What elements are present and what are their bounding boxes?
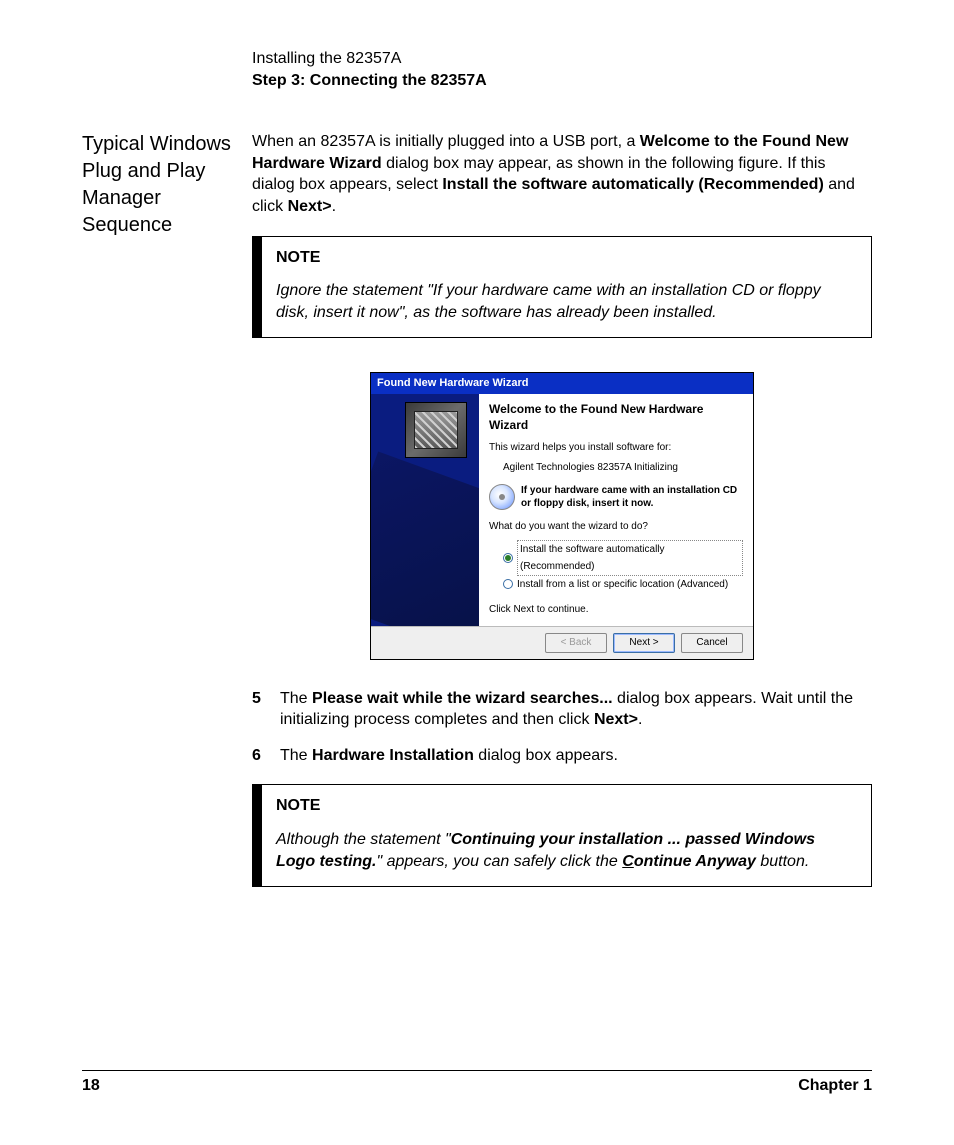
- radio-label-advanced: Install from a list or specific location…: [517, 576, 728, 593]
- page-footer: 18 Chapter 1: [82, 1070, 872, 1097]
- wizard-device-name: Agilent Technologies 82357A Initializing: [503, 461, 743, 475]
- wizard-dialog: Found New Hardware Wizard Welcome to the…: [370, 372, 754, 659]
- radio-option-auto[interactable]: Install the software automatically (Reco…: [503, 540, 743, 576]
- next-button[interactable]: Next >: [613, 633, 675, 653]
- radio-icon[interactable]: [503, 579, 513, 589]
- step-5: 5 The Please wait while the wizard searc…: [252, 688, 872, 731]
- radio-option-advanced[interactable]: Install from a list or specific location…: [503, 576, 743, 593]
- header-line-1: Installing the 82357A: [252, 48, 872, 70]
- wizard-continue-text: Click Next to continue.: [489, 603, 743, 617]
- wizard-heading: Welcome to the Found New Hardware Wizard: [489, 402, 743, 433]
- cd-icon: [489, 484, 515, 510]
- page-number: 18: [82, 1075, 100, 1097]
- radio-icon[interactable]: [503, 553, 513, 563]
- step-number: 6: [252, 745, 266, 767]
- step-6: 6 The Hardware Installation dialog box a…: [252, 745, 872, 767]
- wizard-titlebar: Found New Hardware Wizard: [371, 373, 753, 394]
- side-heading: Typical Windows Plug and Play Manager Se…: [82, 131, 232, 887]
- note-title: NOTE: [276, 247, 857, 269]
- note-box-1: NOTE Ignore the statement "If your hardw…: [252, 236, 872, 339]
- wizard-cd-text: If your hardware came with an installati…: [521, 484, 743, 510]
- back-button: < Back: [545, 633, 607, 653]
- wizard-line-1: This wizard helps you install software f…: [489, 441, 743, 455]
- note-title: NOTE: [276, 795, 857, 817]
- header-line-2: Step 3: Connecting the 82357A: [252, 70, 872, 92]
- note-body: Ignore the statement "If your hardware c…: [276, 280, 857, 323]
- wizard-question: What do you want the wizard to do?: [489, 520, 743, 534]
- step-number: 5: [252, 688, 266, 731]
- chapter-label: Chapter 1: [798, 1075, 872, 1097]
- intro-paragraph: When an 82357A is initially plugged into…: [252, 131, 872, 217]
- hardware-icon: [405, 402, 467, 458]
- running-header: Installing the 82357A Step 3: Connecting…: [252, 48, 872, 91]
- radio-label-auto: Install the software automatically (Reco…: [517, 540, 743, 576]
- cancel-button[interactable]: Cancel: [681, 633, 743, 653]
- note-body: Although the statement "Continuing your …: [276, 829, 857, 872]
- wizard-button-bar: < Back Next > Cancel: [371, 626, 753, 659]
- note-box-2: NOTE Although the statement "Continuing …: [252, 784, 872, 887]
- wizard-sidebar: [371, 394, 479, 626]
